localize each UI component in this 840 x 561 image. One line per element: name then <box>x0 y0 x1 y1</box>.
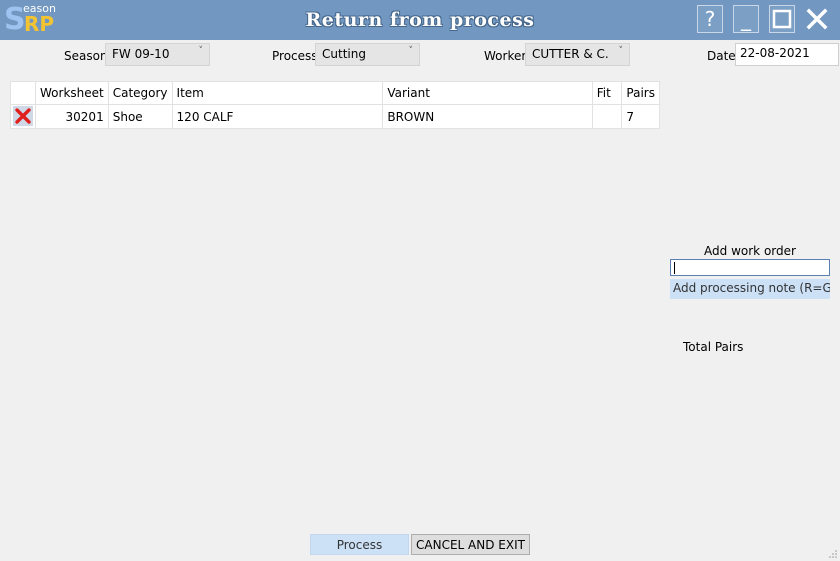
chevron-down-icon: ˅ <box>408 46 414 56</box>
total-pairs-label: Total Pairs <box>683 340 744 354</box>
date-label: Date <box>707 49 736 63</box>
cell-variant[interactable]: BROWN <box>382 104 593 129</box>
column-header-category[interactable]: Category <box>107 81 173 105</box>
close-button[interactable] <box>804 5 830 33</box>
window-title: Return from process <box>305 9 535 31</box>
help-button[interactable]: ? <box>697 5 723 33</box>
process-value: Cutting <box>322 47 366 61</box>
table-header-row: Worksheet Category Item Variant Fit Pair… <box>10 81 660 105</box>
column-header-item[interactable]: Item <box>171 81 384 105</box>
process-button[interactable]: Process <box>310 534 409 555</box>
process-label: Process <box>272 49 318 63</box>
chevron-down-icon: ˅ <box>618 46 624 56</box>
minimize-button[interactable]: _ <box>733 5 759 33</box>
column-header-fit[interactable]: Fit <box>591 81 623 105</box>
season-value: FW 09-10 <box>112 47 170 61</box>
work-order-input[interactable] <box>670 259 830 276</box>
add-processing-note-button[interactable]: Add processing note (R=Grou <box>670 279 830 299</box>
worksheet-table: Worksheet Category Item Variant Fit Pair… <box>10 81 660 129</box>
cell-category[interactable]: Shoe <box>107 104 173 129</box>
date-input[interactable]: 22-08-2021 <box>735 43 839 66</box>
close-icon <box>806 8 828 30</box>
season-select[interactable]: FW 09-10 ˅ <box>105 43 210 66</box>
column-header-variant[interactable]: Variant <box>382 81 593 105</box>
logo-rp: RP <box>24 12 55 36</box>
cell-worksheet[interactable]: 30201 <box>35 104 109 129</box>
column-header-action <box>10 81 36 105</box>
season-label: Season <box>64 49 108 63</box>
cell-item[interactable]: 120 CALF <box>171 104 384 129</box>
text-caret <box>674 262 675 274</box>
process-select[interactable]: Cutting ˅ <box>315 43 420 66</box>
table-row[interactable]: 30201 Shoe 120 CALF BROWN 7 <box>10 104 660 129</box>
maximize-button[interactable] <box>769 5 795 33</box>
chevron-down-icon: ˅ <box>198 46 204 56</box>
cell-fit[interactable] <box>591 104 623 129</box>
worker-select[interactable]: CUTTER & C. ˅ <box>525 43 630 66</box>
cell-pairs[interactable]: 7 <box>621 104 660 129</box>
worker-value: CUTTER & C. <box>532 47 609 61</box>
minimize-icon: _ <box>741 7 751 31</box>
column-header-worksheet[interactable]: Worksheet <box>35 81 109 105</box>
add-work-order-label: Add work order <box>704 244 796 258</box>
delete-x-icon <box>13 106 33 126</box>
column-header-pairs[interactable]: Pairs <box>621 81 660 105</box>
worker-label: Worker <box>484 49 527 63</box>
app-logo: S eason RP <box>4 2 60 38</box>
resize-grip-icon[interactable] <box>828 549 838 559</box>
title-bar: S eason RP Return from process ? _ <box>0 0 840 40</box>
logo-letter: S <box>4 2 26 37</box>
cancel-and-exit-button[interactable]: CANCEL AND EXIT <box>411 534 530 555</box>
help-icon: ? <box>704 7 716 31</box>
delete-row-button[interactable] <box>10 104 36 129</box>
maximize-icon <box>772 9 792 29</box>
